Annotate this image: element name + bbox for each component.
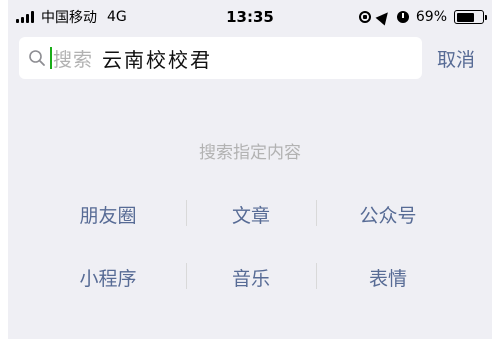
rotation-lock-icon [358, 11, 371, 23]
search-placeholder: 搜索 [53, 48, 94, 71]
divider [316, 263, 317, 289]
divider [316, 200, 317, 226]
search-screen: 中国移动 4G 13:35 69% 搜索 云南校校君 取消 搜索指定内容 朋友圈… [8, 0, 492, 339]
category-mini-programs[interactable]: 小程序 [28, 264, 188, 291]
category-articles[interactable]: 文章 [171, 201, 331, 228]
category-official-accounts[interactable]: 公众号 [308, 201, 468, 228]
network-type: 4G [107, 9, 127, 25]
category-stickers[interactable]: 表情 [308, 264, 468, 291]
location-icon [375, 8, 393, 26]
search-query: 云南校校君 [102, 47, 213, 72]
text-cursor [50, 47, 52, 69]
battery-level [456, 12, 474, 22]
divider [186, 263, 187, 289]
signal-icon [16, 11, 34, 23]
category-moments[interactable]: 朋友圈 [28, 201, 188, 228]
cancel-button[interactable]: 取消 [437, 45, 475, 72]
alarm-icon [396, 11, 409, 23]
carrier-name: 中国移动 [41, 10, 97, 26]
status-indicators: 69% [358, 0, 487, 34]
search-hint: 搜索指定内容 [199, 143, 301, 163]
battery-percent: 69% [415, 9, 447, 25]
status-bar: 中国移动 4G 13:35 69% [8, 0, 492, 34]
category-music[interactable]: 音乐 [171, 264, 331, 291]
search-icon [29, 50, 45, 66]
battery-icon [454, 10, 487, 24]
search-input[interactable]: 搜索 云南校校君 [19, 37, 422, 79]
divider [186, 200, 187, 226]
